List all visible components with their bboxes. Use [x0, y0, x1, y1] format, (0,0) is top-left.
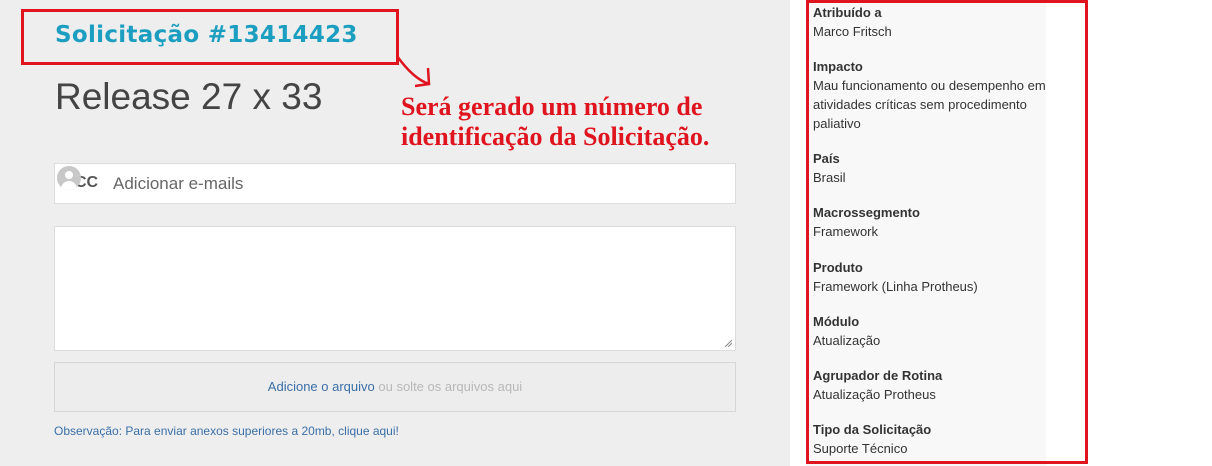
annotation-text: Será gerado um número de identificação d…: [401, 92, 709, 152]
add-file-link[interactable]: Adicione o arquivo: [268, 379, 375, 394]
annotation-line: Será gerado um número de: [401, 92, 703, 121]
panel-gutter: [790, 0, 806, 466]
annotation-highlight-properties: [806, 0, 1088, 464]
drop-files-hint: ou solte os arquivos aqui: [374, 379, 523, 394]
request-message-textarea[interactable]: [54, 226, 736, 351]
cc-placeholder: Adicionar e-mails: [113, 174, 244, 193]
cc-email-input[interactable]: CC Adicionar e-mails: [54, 163, 736, 204]
resize-grip-icon[interactable]: [724, 339, 732, 347]
annotation-highlight-request-number: [21, 9, 399, 65]
annotation-line: identificação da Solicitação.: [401, 122, 710, 151]
attachment-dropzone[interactable]: Adicione o arquivo ou solte os arquivos …: [54, 362, 736, 412]
annotation-arrow-icon: [395, 55, 431, 88]
large-attachment-note-link[interactable]: Observação: Para enviar anexos superiore…: [54, 424, 399, 438]
request-title: Release 27 x 33: [55, 76, 323, 117]
user-avatar-icon: [57, 166, 81, 190]
